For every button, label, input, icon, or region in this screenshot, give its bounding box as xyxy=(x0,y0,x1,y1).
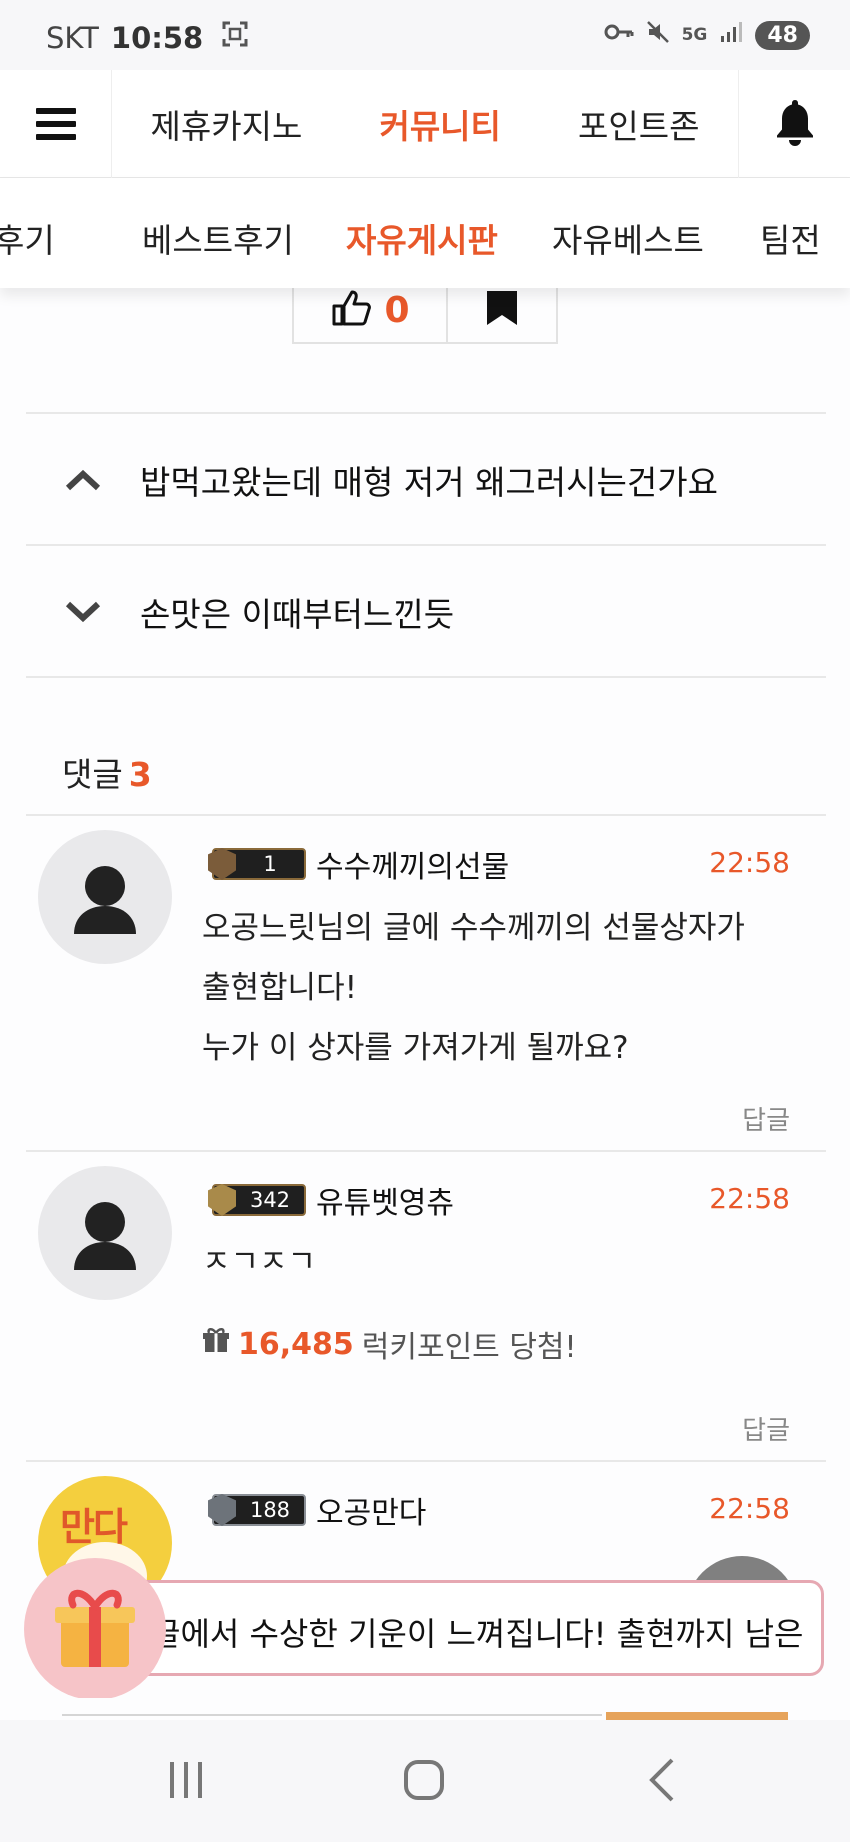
user-silhouette-icon xyxy=(74,1202,136,1270)
subnav-free-board[interactable]: 자유게시판 xyxy=(346,214,498,262)
bell-icon xyxy=(773,98,817,150)
subnav-best-review[interactable]: 베스트후기 xyxy=(142,214,294,262)
prev-post-title: 밥먹고왔는데 매형 저거 왜그러시는건가요 xyxy=(140,463,718,502)
chevron-down-icon xyxy=(26,600,140,624)
comment-line: 출현합니다! xyxy=(202,970,358,1006)
comment-body: 오공느릿님의 글에 수수께끼의 선물상자가 출현합니다! 누가 이 상자를 가져… xyxy=(202,898,745,1078)
subnav-free-best[interactable]: 자유베스트 xyxy=(552,214,704,262)
post-content-area: 0 밥먹고왔는데 매형 저거 왜그러시는건가요 손맛은 이때부터느낀듯 댓글 3 … xyxy=(0,288,850,1720)
vote-box: 0 xyxy=(292,288,558,344)
back-button[interactable] xyxy=(622,1750,702,1810)
mute-icon xyxy=(646,20,670,50)
nav-affiliate-casino[interactable]: 제휴카지노 xyxy=(151,100,303,148)
input-edge xyxy=(62,1714,602,1716)
comment-author-row: 342 유튜벳영츄 xyxy=(208,1178,454,1222)
system-nav-bar xyxy=(0,1720,850,1842)
comment-time: 22:58 xyxy=(709,1492,790,1525)
like-count: 0 xyxy=(384,289,410,331)
like-button[interactable]: 0 xyxy=(294,288,448,342)
comment-item: 342 유튜벳영츄 22:58 ㅈㄱㅈㄱ 16,485 럭키포인트 당첨! 답글 xyxy=(26,1152,826,1460)
comment-line: 누가 이 상자를 가져가게 될까요? xyxy=(202,1030,629,1066)
lucky-point-notice: 16,485 럭키포인트 당첨! xyxy=(202,1322,577,1366)
comment-author[interactable]: 오공만다 xyxy=(316,1488,426,1532)
reply-button[interactable]: 답글 xyxy=(742,1100,790,1137)
comment-author-row: 1 수수께끼의선물 xyxy=(208,842,509,886)
top-nav: 제휴카지노 커뮤니티 포인트존 xyxy=(0,70,850,178)
screenshot-icon xyxy=(221,20,249,55)
next-post-title: 손맛은 이때부터느낀듯 xyxy=(140,595,455,634)
avatar-text: 만다 xyxy=(60,1505,128,1549)
lucky-text: 럭키포인트 당첨! xyxy=(361,1330,577,1365)
comment-author[interactable]: 유튜벳영츄 xyxy=(316,1178,454,1222)
network-label: 5G xyxy=(681,25,708,45)
divider xyxy=(26,676,826,678)
hamburger-icon xyxy=(35,108,76,140)
level-badge: 188 xyxy=(208,1494,306,1526)
lucky-points: 16,485 xyxy=(238,1326,354,1362)
comment-body: ㅈㄱㅈㄱ xyxy=(202,1232,316,1292)
mystery-gift-toast[interactable]: 글에서 수상한 기운이 느껴집니다! 출현까지 남은 xyxy=(84,1580,824,1676)
comments-header: 댓글 3 xyxy=(62,748,152,796)
home-button[interactable] xyxy=(384,1750,464,1810)
status-left: SKT 10:58 xyxy=(46,20,249,55)
thumbs-up-icon xyxy=(330,288,374,332)
toast-text: 글에서 수상한 기운이 느껴집니다! 출현까지 남은 xyxy=(151,1615,804,1653)
gift-box-button[interactable] xyxy=(24,1558,166,1700)
nav-point-zone[interactable]: 포인트존 xyxy=(578,100,699,148)
prev-post-link[interactable]: 밥먹고왔는데 매형 저거 왜그러시는건가요 xyxy=(26,414,826,546)
level-badge: 1 xyxy=(208,848,306,880)
comment-input-strip xyxy=(0,1698,850,1720)
chevron-up-icon xyxy=(26,468,140,492)
comment-time: 22:58 xyxy=(709,1182,790,1215)
submit-button-edge[interactable] xyxy=(606,1712,788,1720)
status-bar: SKT 10:58 5G 48 xyxy=(0,0,850,70)
comment-time: 22:58 xyxy=(709,846,790,879)
avatar xyxy=(38,1166,172,1300)
level-badge: 342 xyxy=(208,1184,306,1216)
avatar xyxy=(38,830,172,964)
comment-author-row: 188 오공만다 xyxy=(208,1488,426,1532)
comment-item: 1 수수께끼의선물 22:58 오공느릿님의 글에 수수께끼의 선물상자가 출현… xyxy=(26,816,826,1150)
next-post-link[interactable]: 손맛은 이때부터느낀듯 xyxy=(26,546,826,678)
status-right: 5G 48 xyxy=(604,20,810,50)
notifications-button[interactable] xyxy=(738,70,850,178)
bookmark-button[interactable] xyxy=(448,288,556,342)
signal-icon xyxy=(719,20,743,50)
back-icon xyxy=(649,1758,674,1802)
comment-line: ㅈㄱㅈㄱ xyxy=(202,1244,317,1280)
subnav-review[interactable]: 후기 xyxy=(0,214,55,262)
main-nav: 제휴카지노 커뮤니티 포인트존 xyxy=(112,70,738,178)
comment-line: 오공느릿님의 글에 수수께끼의 선물상자가 xyxy=(202,910,745,946)
comment-author[interactable]: 수수께끼의선물 xyxy=(316,842,509,886)
reply-button[interactable]: 답글 xyxy=(742,1410,790,1447)
battery-indicator: 48 xyxy=(755,20,810,50)
recent-apps-button[interactable] xyxy=(146,1750,226,1810)
comments-count: 3 xyxy=(128,755,152,794)
gift-icon xyxy=(202,1326,230,1362)
gift-box-icon xyxy=(47,1579,143,1679)
comments-label: 댓글 xyxy=(62,755,123,794)
recent-apps-icon xyxy=(170,1762,202,1798)
home-icon xyxy=(404,1760,444,1800)
carrier-label: SKT xyxy=(46,20,99,55)
nav-community[interactable]: 커뮤니티 xyxy=(379,100,500,148)
subnav-team[interactable]: 팀전 xyxy=(760,214,821,262)
user-silhouette-icon xyxy=(74,866,136,934)
menu-button[interactable] xyxy=(0,70,112,178)
vpn-key-icon xyxy=(604,22,634,48)
sub-nav: 후기 베스트후기 자유게시판 자유베스트 팀전 xyxy=(0,178,850,288)
clock: 10:58 xyxy=(110,20,204,55)
bookmark-icon xyxy=(485,291,519,329)
